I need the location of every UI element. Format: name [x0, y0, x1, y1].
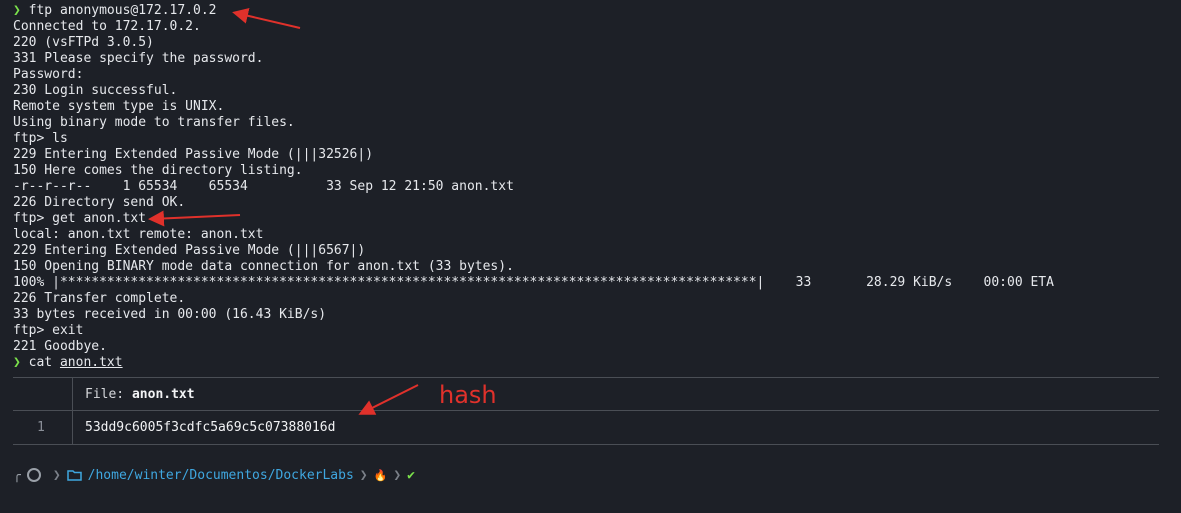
arrow-to-get-cmd — [148, 210, 241, 227]
arrow-to-ftp-cmd — [232, 7, 301, 29]
arrow-to-hash — [358, 384, 419, 415]
annotation-arrows — [148, 7, 419, 415]
